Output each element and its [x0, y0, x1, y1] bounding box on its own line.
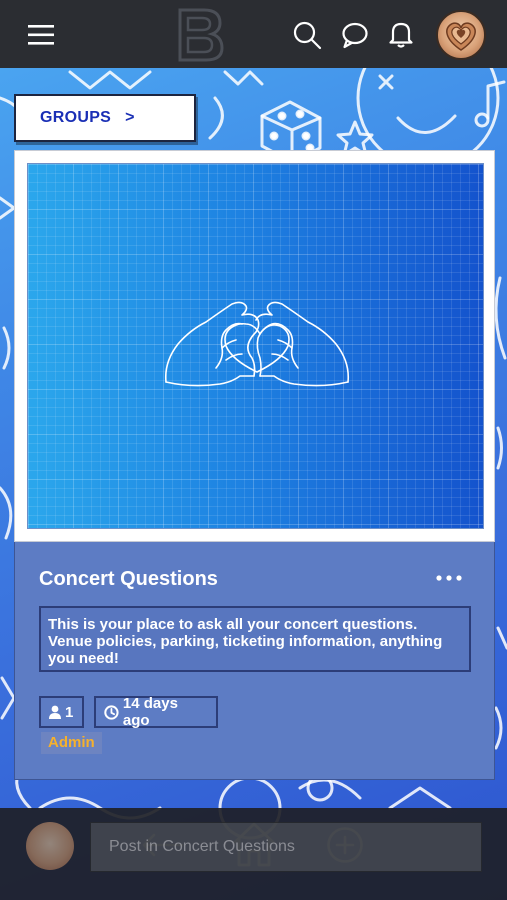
user-icon [49, 705, 61, 719]
member-count: 1 [65, 703, 74, 721]
group-card: Concert Questions This is your place to … [14, 150, 495, 780]
more-options-icon[interactable] [435, 570, 463, 581]
chat-icon[interactable] [340, 20, 370, 50]
group-age: 14 days ago [122, 695, 178, 729]
post-composer: Post in Concert Questions [0, 808, 507, 900]
clock-icon [104, 704, 119, 720]
bell-icon[interactable] [386, 19, 416, 49]
top-bar [0, 0, 507, 68]
group-cover-image[interactable] [27, 163, 484, 529]
group-title[interactable]: Concert Questions [39, 568, 218, 591]
group-cover-frame [14, 150, 495, 542]
screen: GROUPS > Concert Questions This is your … [0, 0, 507, 900]
avatar[interactable] [436, 10, 486, 60]
groups-breadcrumb-button[interactable]: GROUPS > [14, 94, 196, 142]
chevron-right-icon: > [125, 109, 135, 126]
group-description: This is your place to ask all your conce… [39, 606, 471, 672]
app-logo[interactable] [174, 6, 226, 62]
group-info-panel: Concert Questions This is your place to … [14, 542, 495, 780]
post-input[interactable]: Post in Concert Questions [90, 822, 482, 872]
groups-label: GROUPS [40, 109, 112, 126]
group-age-badge: 14 days ago [94, 695, 218, 729]
role-badge: Admin [41, 732, 102, 754]
composer-avatar [26, 822, 74, 870]
member-count-badge[interactable]: 1 [39, 696, 84, 728]
menu-icon[interactable] [28, 24, 54, 46]
search-icon[interactable] [292, 20, 322, 50]
heart-hands-icon [164, 301, 350, 387]
